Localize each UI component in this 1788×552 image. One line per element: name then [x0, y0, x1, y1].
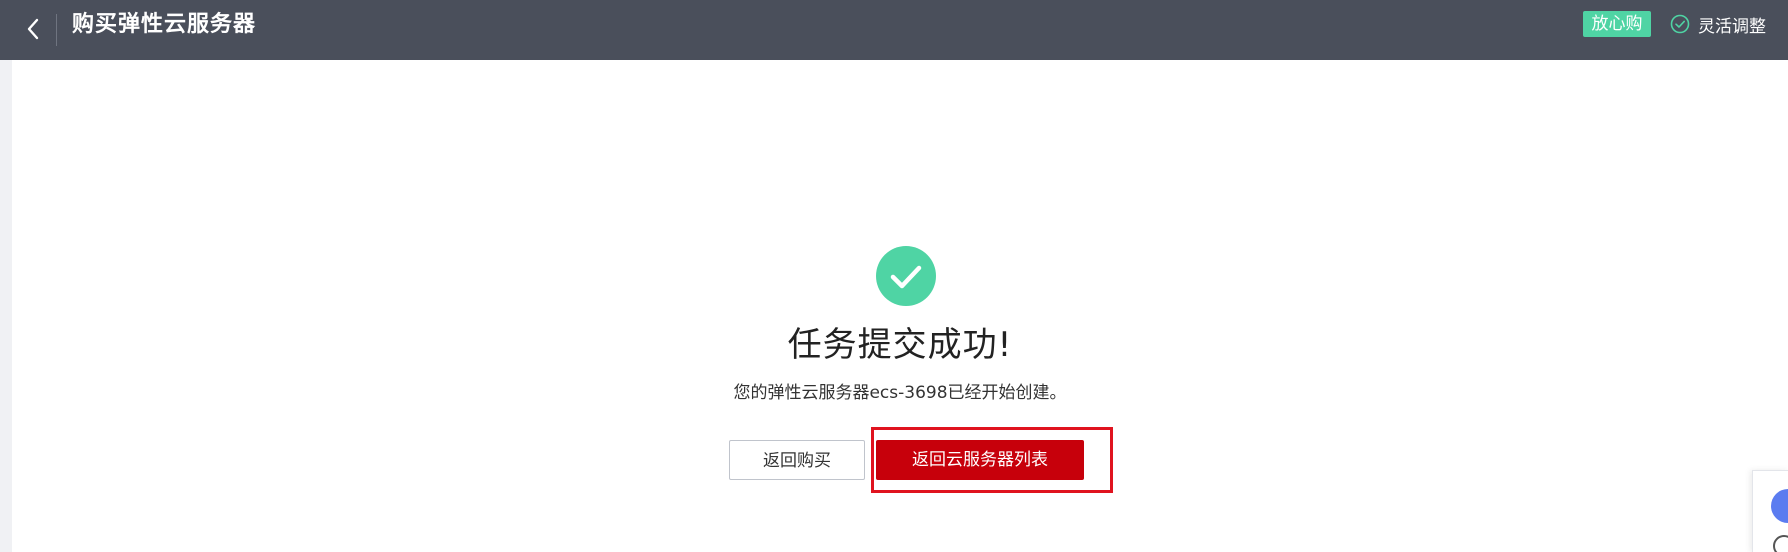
assistant-avatar[interactable]	[1771, 489, 1788, 523]
page-title: 购买弹性云服务器	[72, 12, 257, 37]
help-icon[interactable]	[1773, 535, 1788, 552]
flex-adjust-label: 灵活调整	[1698, 16, 1766, 37]
back-button[interactable]	[18, 12, 48, 46]
success-check-icon	[876, 246, 936, 306]
check-circle-outline-icon	[1670, 14, 1690, 34]
left-strip	[0, 60, 12, 552]
success-title: 任务提交成功!	[787, 325, 1013, 365]
page: 购买弹性云服务器 放心购 灵活调整 任务提交成功! 您的弹性云服务器ecs-36…	[0, 0, 1788, 552]
back-to-server-list-button[interactable]: 返回云服务器列表	[876, 440, 1084, 480]
flex-adjust-link[interactable]: 灵活调整	[1670, 10, 1766, 38]
success-message: 您的弹性云服务器ecs-3698已经开始创建。	[733, 383, 1067, 403]
secure-purchase-badge: 放心购	[1583, 11, 1651, 37]
result-panel: 任务提交成功! 您的弹性云服务器ecs-3698已经开始创建。 返回购买 返回云…	[12, 60, 1788, 552]
header-divider	[56, 14, 57, 46]
top-header: 购买弹性云服务器 放心购 灵活调整	[0, 0, 1788, 60]
back-arrow-icon	[27, 18, 39, 40]
back-to-purchase-button[interactable]: 返回购买	[729, 440, 865, 480]
floating-tools	[1752, 470, 1788, 552]
